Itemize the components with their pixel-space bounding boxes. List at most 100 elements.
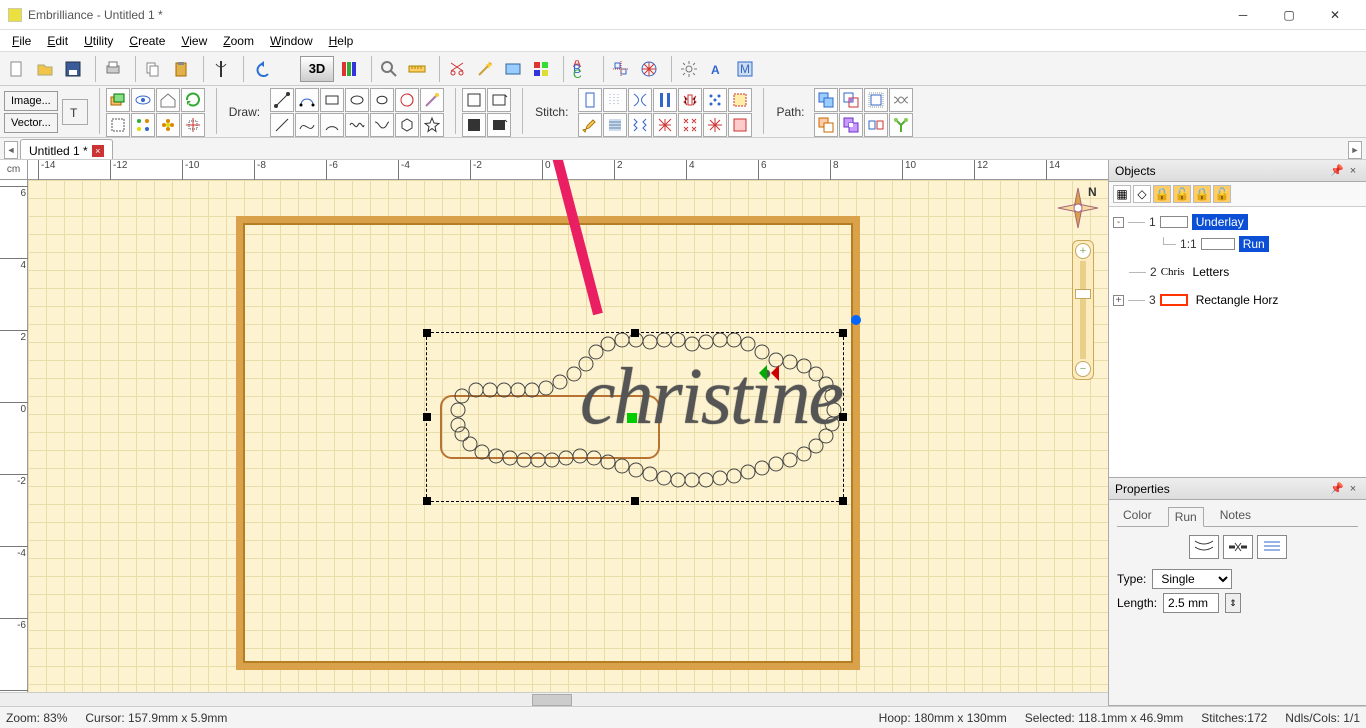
menu-zoom[interactable]: Zoom	[215, 32, 262, 50]
point-tool-icon[interactable]	[270, 88, 294, 112]
stitch-column-icon[interactable]	[653, 88, 677, 112]
vector-button[interactable]: Vector...	[4, 113, 58, 133]
eye-icon[interactable]	[131, 88, 155, 112]
path-intersect-icon[interactable]	[839, 88, 863, 112]
compass-icon[interactable]: N	[1056, 186, 1100, 230]
ellipse-tool-icon[interactable]	[345, 88, 369, 112]
objtool-1[interactable]: ▦	[1113, 185, 1131, 203]
menu-utility[interactable]: Utility	[76, 32, 121, 50]
merge-icon[interactable]	[500, 56, 526, 82]
outline-rect-icon[interactable]	[462, 88, 486, 112]
type-select[interactable]: Single	[1152, 569, 1232, 589]
needle-icon[interactable]	[208, 56, 234, 82]
objtool-lock4[interactable]: 🔓	[1213, 185, 1231, 203]
outline-rect2-icon[interactable]	[487, 88, 511, 112]
magicwand-tool-icon[interactable]	[420, 88, 444, 112]
tab-scroll-left[interactable]: ◄	[4, 141, 18, 159]
scissors-icon[interactable]	[444, 56, 470, 82]
path-wave-icon[interactable]	[889, 88, 913, 112]
menu-view[interactable]: View	[173, 32, 215, 50]
objects-tree[interactable]: - ── 1 Underlay └─ 1:1 Run ── 2 Chris Le…	[1109, 207, 1366, 477]
menu-create[interactable]: Create	[121, 32, 173, 50]
tab-notes[interactable]: Notes	[1214, 506, 1257, 526]
center-handle[interactable]	[627, 413, 637, 423]
align-icon[interactable]	[608, 56, 634, 82]
objtool-lock1[interactable]: 🔒	[1153, 185, 1171, 203]
new-icon[interactable]	[4, 56, 30, 82]
runstyle-2-icon[interactable]	[1223, 535, 1253, 559]
fill-rect2-icon[interactable]	[487, 113, 511, 137]
stitch-fill-icon[interactable]	[603, 113, 627, 137]
pattern-icon[interactable]	[156, 113, 180, 137]
length-input[interactable]	[1163, 593, 1219, 613]
menu-help[interactable]: Help	[321, 32, 362, 50]
curve-tool-icon[interactable]	[295, 88, 319, 112]
zoom-icon[interactable]	[376, 56, 402, 82]
h-scroll-thumb[interactable]	[532, 694, 572, 706]
abc-icon[interactable]: ABC	[568, 56, 594, 82]
stitch-zigzag-icon[interactable]	[628, 113, 652, 137]
wave-tool-icon[interactable]	[345, 113, 369, 137]
tab-scroll-right[interactable]: ►	[1348, 141, 1362, 159]
menu-window[interactable]: Window	[262, 32, 321, 50]
fill-rect-icon[interactable]	[462, 113, 486, 137]
tab-close-icon[interactable]: ×	[92, 145, 104, 157]
pin-icon[interactable]: 📌	[1330, 482, 1344, 496]
tree-node-2[interactable]: ── 2 Chris Letters	[1111, 261, 1364, 283]
tree-label-run[interactable]: Run	[1239, 236, 1269, 252]
objtool-lock3[interactable]: 🔒	[1193, 185, 1211, 203]
path-break-icon[interactable]	[864, 113, 888, 137]
tree-node-3[interactable]: + ── 3 Rectangle Horz	[1111, 289, 1364, 311]
undo-icon[interactable]	[248, 56, 274, 82]
rect-tool-icon[interactable]	[320, 88, 344, 112]
copy-icon[interactable]	[140, 56, 166, 82]
star-tool-icon[interactable]	[420, 113, 444, 137]
runstyle-1-icon[interactable]	[1189, 535, 1219, 559]
image-button[interactable]: Image...	[4, 91, 58, 111]
tree-label-rect[interactable]: Rectangle Horz	[1192, 292, 1283, 308]
zoom-slider[interactable]: + −	[1072, 240, 1094, 380]
open-icon[interactable]	[32, 56, 58, 82]
gear-icon[interactable]	[676, 56, 702, 82]
refresh-icon[interactable]	[181, 88, 205, 112]
ruler-icon[interactable]	[404, 56, 430, 82]
tab-color[interactable]: Color	[1117, 506, 1158, 526]
spiral-tool-icon[interactable]	[395, 88, 419, 112]
color-bars-icon[interactable]	[336, 56, 362, 82]
path-branch-icon[interactable]	[889, 113, 913, 137]
menu-file[interactable]: File	[4, 32, 39, 50]
stitch-applique-icon[interactable]	[728, 88, 752, 112]
tab-untitled1[interactable]: Untitled 1 * ×	[20, 139, 113, 159]
tree-label-underlay[interactable]: Underlay	[1192, 214, 1248, 230]
menu-edit[interactable]: Edit	[39, 32, 76, 50]
stitch-satin-icon[interactable]	[628, 88, 652, 112]
stitch-cross-icon[interactable]	[678, 113, 702, 137]
wave2-tool-icon[interactable]	[370, 113, 394, 137]
wand-icon[interactable]	[472, 56, 498, 82]
stitch-dots-icon[interactable]	[703, 88, 727, 112]
pin-icon[interactable]: 📌	[1330, 164, 1344, 178]
radial-icon[interactable]	[636, 56, 662, 82]
select-icon[interactable]	[106, 113, 130, 137]
runstyle-3-icon[interactable]	[1257, 535, 1287, 559]
objtool-lock2[interactable]: 🔓	[1173, 185, 1191, 203]
zoom-out-icon[interactable]: −	[1075, 361, 1091, 377]
tab-run[interactable]: Run	[1168, 507, 1204, 527]
stitch-motif-icon[interactable]	[678, 88, 702, 112]
print-icon[interactable]	[100, 56, 126, 82]
stitch-applique2-icon[interactable]	[728, 113, 752, 137]
polygon-tool-icon[interactable]	[395, 113, 419, 137]
expand-icon[interactable]: -	[1113, 217, 1124, 228]
arc-tool-icon[interactable]	[320, 113, 344, 137]
close-button[interactable]: ✕	[1312, 0, 1358, 30]
tree-node-1[interactable]: - ── 1 Underlay	[1111, 211, 1364, 233]
expand-icon[interactable]: +	[1113, 295, 1124, 306]
length-stepper[interactable]: ⇕	[1225, 593, 1241, 613]
text-a-icon[interactable]: A	[704, 56, 730, 82]
selection-box[interactable]	[426, 332, 844, 502]
pane-close-icon[interactable]: ×	[1346, 482, 1360, 496]
stitch-star-icon[interactable]	[703, 113, 727, 137]
monogram-icon[interactable]: M	[732, 56, 758, 82]
h-scrollbar[interactable]	[0, 692, 1108, 706]
line-tool-icon[interactable]	[270, 113, 294, 137]
